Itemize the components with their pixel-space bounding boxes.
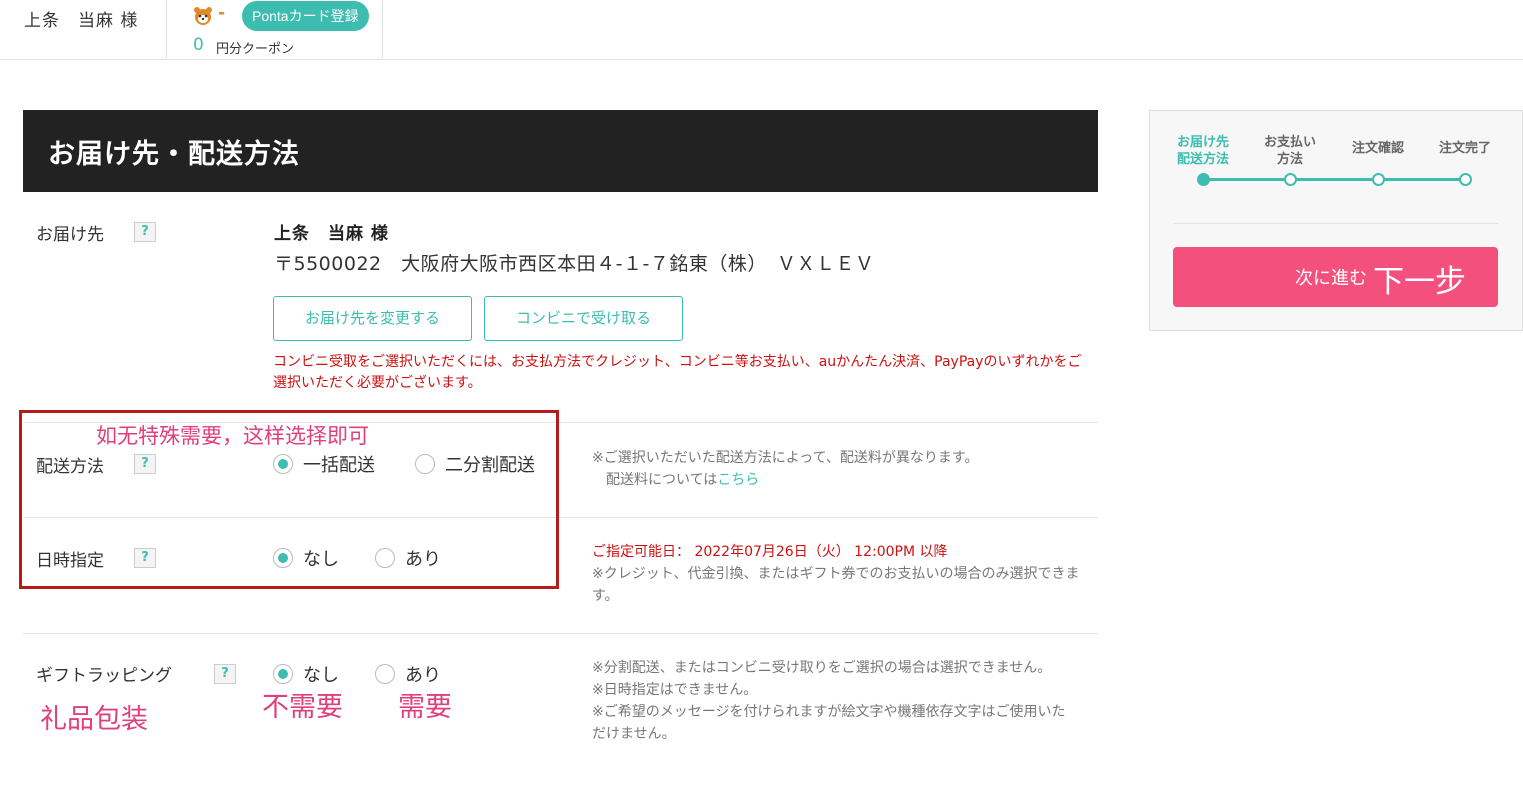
convenience-note: コンビニ受取をご選択いただくには、お支払方法でクレジット、コンビニ等お支払い、a… (273, 354, 1082, 391)
step-4-dot (1459, 173, 1472, 186)
shipping-fee-link[interactable]: こちら (717, 472, 759, 488)
next-step-annotation: 下一步 (1373, 264, 1466, 299)
gift-option-label: あり (405, 665, 441, 686)
ponta-points: - (218, 3, 226, 23)
ponta-register-button[interactable]: Pontaカード登録 (242, 1, 369, 31)
gift-option-label: なし (303, 665, 339, 686)
datetime-note-text: ※クレジット、代金引換、またはギフト券でのお支払いの場合のみ選択できます。 (592, 566, 1080, 604)
step-1-text: お届け先 配送方法 (1176, 135, 1229, 167)
shipping-fee-text: 配送料については (606, 472, 718, 488)
step-2-label: お支払い 方法 (1257, 134, 1323, 168)
gift-note-3: ※ご希望のメッセージを付けられますが絵文字や機種依存文字はご使用いただけません。 (592, 704, 1066, 742)
step-2-dot (1284, 173, 1297, 186)
delivery-label: お届け先 (36, 225, 104, 245)
user-name: 上条 当麻 様 (24, 11, 139, 31)
side-divider (1173, 223, 1498, 224)
shipping-note-text: ※ご選択いただいた配送方法によって、配送料が異なります。 (592, 450, 979, 466)
step-1-label: お届け先 配送方法 (1170, 134, 1236, 168)
gift-label: ギフトラッピング (36, 666, 172, 686)
datetime-available-date: 2022年07月26日（火） 12:00PM 以降 (694, 544, 948, 560)
delivery-help-icon[interactable]: ? (134, 222, 156, 242)
next-step-label: 次に進む (1295, 268, 1367, 288)
page-title-bar: お届け先・配送方法 (23, 110, 1098, 192)
step-3-dot (1372, 173, 1385, 186)
ponta-raccoon-icon (194, 7, 212, 25)
page-title: お届け先・配送方法 (48, 139, 300, 170)
divider (23, 633, 1098, 634)
gift-note-1: ※分割配送、またはコンビニ受け取りをご選択の場合は選択できません。 (592, 660, 1052, 676)
step-progress-track (1204, 178, 1466, 181)
coupon-amount: 0 (193, 35, 204, 55)
next-step-button[interactable]: 次に進む 下一步 (1173, 247, 1498, 307)
convenience-pickup-button[interactable]: コンビニで受け取る (484, 296, 683, 341)
step-1-dot (1197, 173, 1210, 186)
step-2-text: お支払い 方法 (1263, 135, 1316, 167)
step-4-label: 注文完了 (1427, 140, 1503, 157)
step-3-label: 注文確認 (1340, 140, 1416, 157)
recipient-name: 上条 当麻 様 (274, 224, 389, 244)
gift-option-none[interactable]: なし (273, 661, 339, 687)
change-address-button[interactable]: お届け先を変更する (273, 296, 472, 341)
gift-note-2: ※日時指定はできません。 (592, 682, 758, 698)
top-bar: 上条 当麻 様 - Pontaカード登録 0 円分クーポン (0, 0, 1523, 60)
datetime-available-label: ご指定可能日： (592, 544, 690, 560)
header-divider (382, 0, 383, 58)
annotation-not-needed: 不需要 (262, 692, 343, 723)
datetime-note: ご指定可能日： 2022年07月26日（火） 12:00PM 以降 ※クレジット… (592, 541, 1082, 607)
radio-unchecked-icon[interactable] (375, 664, 395, 684)
coupon-label: 円分クーポン (216, 42, 295, 57)
annotation-needed: 需要 (398, 692, 452, 723)
radio-checked-icon[interactable] (273, 664, 293, 684)
shipping-note: ※ご選択いただいた配送方法によって、配送料が異なります。 配送料についてはこちら (592, 447, 1062, 491)
gift-option-wrap[interactable]: あり (375, 661, 441, 687)
gift-help-icon[interactable]: ? (214, 664, 236, 684)
gift-note: ※分割配送、またはコンビニ受け取りをご選択の場合は選択できません。 ※日時指定は… (592, 657, 1072, 745)
step-4-text: 注文完了 (1438, 141, 1491, 156)
header-divider (166, 0, 167, 58)
annotation-gift-wrapping: 礼品包装 (40, 704, 148, 735)
annotation-hint: 如无特殊需要，这样选择即可 (96, 424, 369, 448)
recipient-address: 〒5500022 大阪府大阪市西区本田４-１-７銘東（株） ＶＸＬＥＶ (274, 253, 875, 275)
step-3-text: 注文確認 (1351, 141, 1404, 156)
